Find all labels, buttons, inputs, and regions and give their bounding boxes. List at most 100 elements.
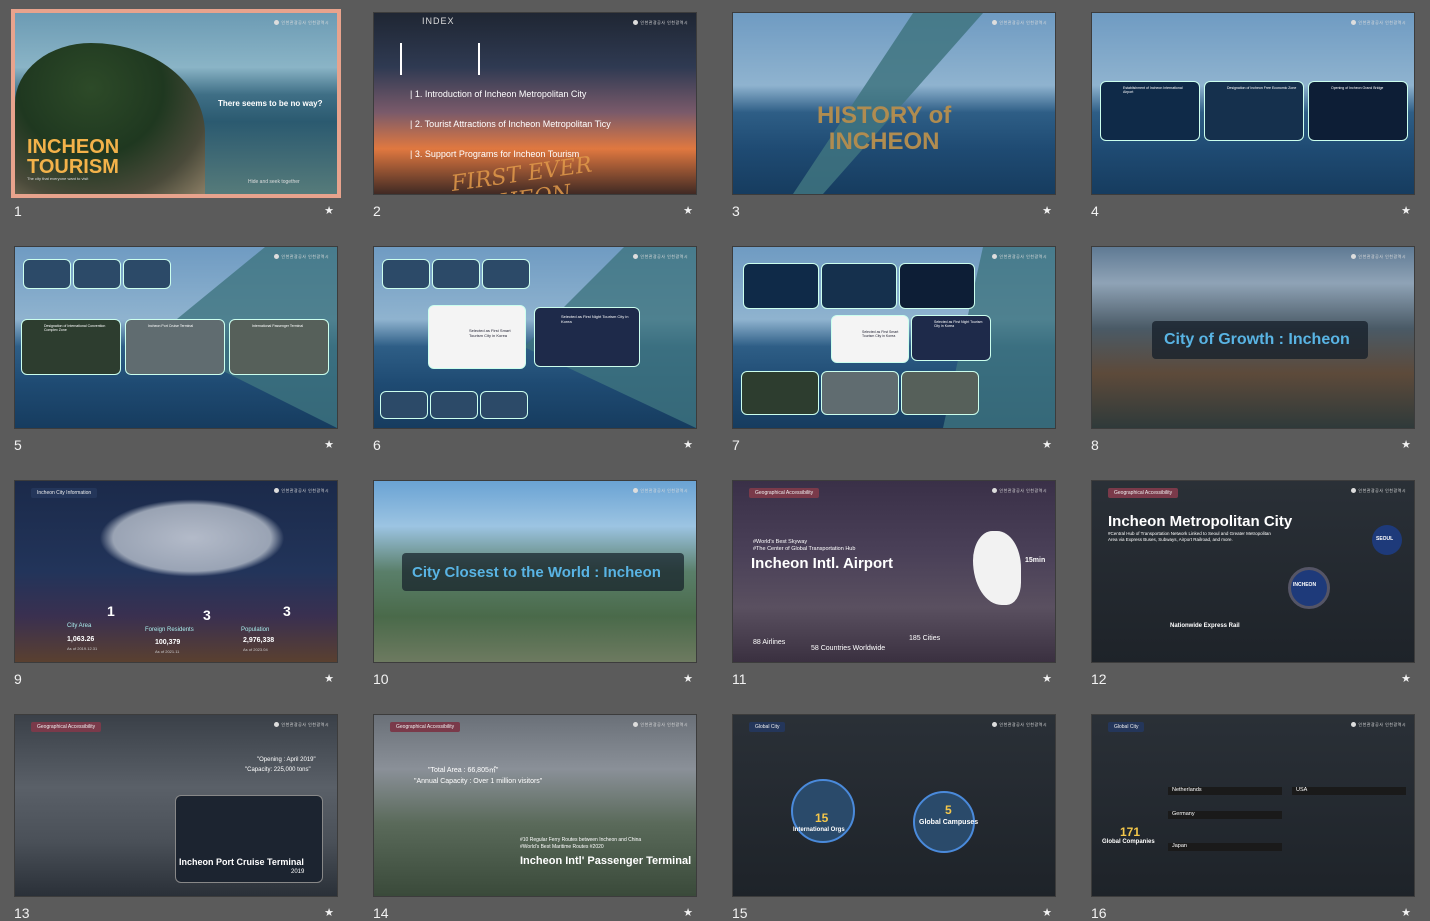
logo: 인천관광공사 인천광역시 (1351, 254, 1406, 260)
stat-value: 1,063.26 (67, 636, 95, 643)
logo: 인천관광공사 인천광역시 (633, 20, 688, 26)
history-card: Opening of Incheon Grand Bridge (1308, 81, 1408, 141)
mini-card (821, 371, 899, 415)
star-icon[interactable]: ★ (1042, 906, 1052, 919)
slide-title: Incheon Metropolitan City (1108, 513, 1293, 530)
history-card: International Passenger Terminal (229, 319, 329, 375)
campuses-count: 5 (945, 803, 952, 817)
slide-kicker: #World's Best Skyway #The Center of Glob… (753, 539, 856, 552)
star-icon[interactable]: ★ (1401, 438, 1411, 451)
slide-8-preview[interactable]: 인천관광공사 인천광역시 City of Growth : Incheon (1091, 246, 1415, 429)
annual-text: "Annual Capacity : Over 1 million visito… (414, 778, 543, 785)
stat-rank: 3 (203, 607, 211, 623)
stat-label: Population (241, 627, 270, 633)
slide-thumbnail-9[interactable]: Incheon City Information 인천관광공사 인천광역시 Ci… (14, 480, 338, 687)
stat-value: 100,379 (155, 639, 181, 646)
slide-thumbnail-6[interactable]: 인천관광공사 인천광역시 Selected as First Smart Tou… (373, 246, 697, 453)
logo: 인천관광공사 인천광역시 (1351, 722, 1406, 728)
slide-caption: Hide and seek together (248, 179, 300, 185)
logo: 인천관광공사 인천광역시 (992, 20, 1047, 26)
slide-14-preview[interactable]: Geographical Accessibility 인천관광공사 인천광역시 … (373, 714, 697, 897)
slide-thumbnail-12[interactable]: Geographical Accessibility 인천관광공사 인천광역시 … (1091, 480, 1415, 687)
mini-card (743, 263, 819, 309)
slide-thumbnail-1[interactable]: 인천관광공사 인천광역시 INCHEON TOURISM The city th… (11, 9, 341, 219)
slide-number: 13 (14, 905, 30, 921)
star-icon[interactable]: ★ (1401, 204, 1411, 217)
stat-note: As of 2019.12.31 (67, 646, 98, 651)
slide-5-preview[interactable]: 인천관광공사 인천광역시 Designation of Internationa… (14, 246, 338, 429)
orgs-count: 15 (815, 811, 829, 825)
capacity-text: "Capacity: 225,000 tons" (245, 767, 311, 773)
slide-number: 11 (732, 671, 747, 687)
mini-card (482, 259, 530, 289)
star-icon[interactable]: ★ (1042, 204, 1052, 217)
logo: 인천관광공사 인천광역시 (992, 254, 1047, 260)
mini-card (480, 391, 528, 419)
mini-card (382, 259, 430, 289)
slide-thumbnail-5[interactable]: 인천관광공사 인천광역시 Designation of Internationa… (14, 246, 338, 453)
history-card: Incheon Port Cruise Terminal (125, 319, 225, 375)
slide-quote: There seems to be no way? (218, 99, 323, 108)
slide-number: 7 (732, 437, 740, 453)
star-icon[interactable]: ★ (683, 204, 693, 217)
slide-tag: Geographical Accessibility (1108, 488, 1179, 498)
slide-tag: Geographical Accessibility (749, 488, 820, 498)
star-icon[interactable]: ★ (324, 906, 334, 919)
star-icon[interactable]: ★ (1042, 438, 1052, 451)
slide-thumbnail-8[interactable]: 인천관광공사 인천광역시 City of Growth : Incheon 8 … (1091, 246, 1415, 453)
orgs-label: International Orgs (793, 827, 845, 833)
companies-label: Global Companies (1102, 839, 1155, 845)
slide-4-preview[interactable]: 인천관광공사 인천광역시 Establishment of Incheon In… (1091, 12, 1415, 195)
country-bar (1292, 787, 1406, 795)
slide-15-preview[interactable]: Global City 인천관광공사 인천광역시 15 Internationa… (732, 714, 1056, 897)
slide-6-preview[interactable]: 인천관광공사 인천광역시 Selected as First Smart Tou… (373, 246, 697, 429)
slide-title: City Closest to the World : Incheon (412, 564, 661, 581)
travel-time: 15min (1025, 557, 1046, 564)
slide-thumbnail-7[interactable]: 인천관광공사 인천광역시 Selected as First Smart Tou… (732, 246, 1056, 453)
slide-1-preview[interactable]: 인천관광공사 인천광역시 INCHEON TOURISM The city th… (11, 9, 341, 198)
slide-16-preview[interactable]: Global City 인천관광공사 인천광역시 171 Global Comp… (1091, 714, 1415, 897)
history-card: Designation of International Convention … (21, 319, 121, 375)
country-name: Germany (1172, 811, 1195, 817)
slide-thumbnail-16[interactable]: Global City 인천관광공사 인천광역시 171 Global Comp… (1091, 714, 1415, 921)
stat-rank: 1 (107, 603, 115, 619)
slide-7-preview[interactable]: 인천관광공사 인천광역시 Selected as First Smart Tou… (732, 246, 1056, 429)
slide-tag: Geographical Accessibility (31, 722, 102, 732)
slide-13-preview[interactable]: Geographical Accessibility 인천관광공사 인천광역시 … (14, 714, 338, 897)
slide-thumbnail-2[interactable]: 인천관광공사 인천광역시 INDEX | 1. Introduction of … (373, 12, 697, 219)
slide-thumbnail-3[interactable]: 인천관광공사 인천광역시 HISTORY of INCHEON 3 ★ (732, 12, 1056, 219)
slide-12-preview[interactable]: Geographical Accessibility 인천관광공사 인천광역시 … (1091, 480, 1415, 663)
star-icon[interactable]: ★ (1042, 672, 1052, 685)
star-icon[interactable]: ★ (324, 204, 334, 217)
seoul-label: SEOUL (1376, 536, 1394, 542)
star-icon[interactable]: ★ (324, 438, 334, 451)
slide-thumbnail-10[interactable]: 인천관광공사 인천광역시 City Closest to the World :… (373, 480, 697, 687)
stat-value: 2,976,338 (243, 637, 275, 644)
star-icon[interactable]: ★ (683, 672, 693, 685)
slide-number: 15 (732, 905, 748, 921)
star-icon[interactable]: ★ (683, 906, 693, 919)
slide-10-preview[interactable]: 인천관광공사 인천광역시 City Closest to the World :… (373, 480, 697, 663)
slide-thumbnail-13[interactable]: Geographical Accessibility 인천관광공사 인천광역시 … (14, 714, 338, 921)
mini-card (901, 371, 979, 415)
star-icon[interactable]: ★ (683, 438, 693, 451)
mini-card (23, 259, 71, 289)
slide-9-preview[interactable]: Incheon City Information 인천관광공사 인천광역시 Ci… (14, 480, 338, 663)
slide-thumbnail-4[interactable]: 인천관광공사 인천광역시 Establishment of Incheon In… (1091, 12, 1415, 219)
incheon-label: INCHEON (1293, 582, 1317, 588)
slide-thumbnail-15[interactable]: Global City 인천관광공사 인천광역시 15 Internationa… (732, 714, 1056, 921)
slide-thumbnail-11[interactable]: Geographical Accessibility 인천관광공사 인천광역시 … (732, 480, 1056, 687)
slide-3-preview[interactable]: 인천관광공사 인천광역시 HISTORY of INCHEON (732, 12, 1056, 195)
star-icon[interactable]: ★ (1401, 672, 1411, 685)
mini-card (380, 391, 428, 419)
slide-title: Incheon Port Cruise Terminal (179, 857, 304, 867)
area-text: "Total Area : 66,805㎡" (428, 767, 499, 774)
stat-label: Foreign Residents (145, 627, 194, 633)
bracket-frame (400, 43, 480, 75)
slide-thumbnail-14[interactable]: Geographical Accessibility 인천관광공사 인천광역시 … (373, 714, 697, 921)
slide-11-preview[interactable]: Geographical Accessibility 인천관광공사 인천광역시 … (732, 480, 1056, 663)
star-icon[interactable]: ★ (324, 672, 334, 685)
stat-label: City Area (67, 623, 92, 629)
star-icon[interactable]: ★ (1401, 906, 1411, 919)
slide-2-preview[interactable]: 인천관광공사 인천광역시 INDEX | 1. Introduction of … (373, 12, 697, 195)
